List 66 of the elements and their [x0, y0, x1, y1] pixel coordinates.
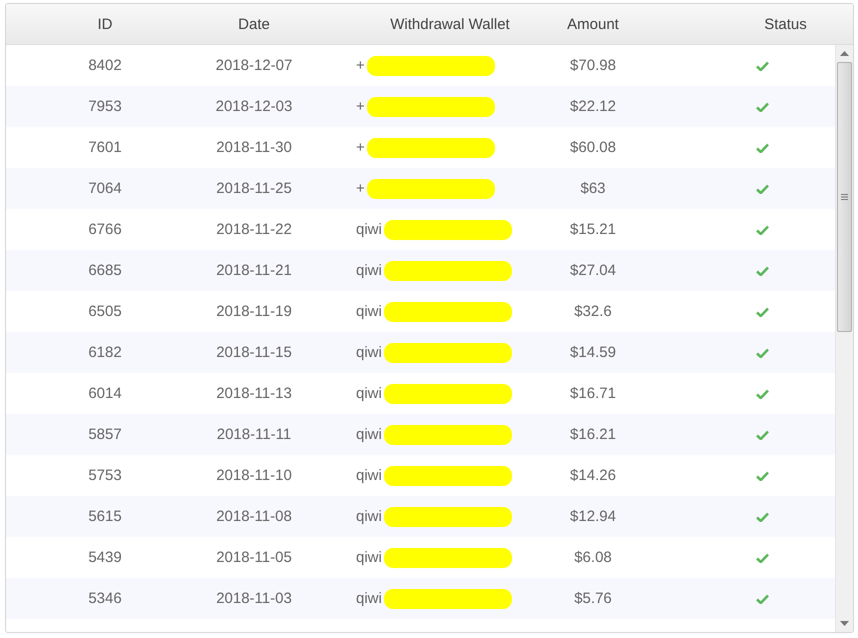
column-header[interactable]: Date — [238, 16, 270, 32]
table-cell: qiwi — [356, 344, 382, 361]
table-cell: 6766 — [88, 221, 122, 238]
table-cell: 2018-11-08 — [216, 508, 292, 525]
table-cell: 2018-12-03 — [216, 98, 292, 115]
column-header[interactable]: Amount — [567, 16, 619, 32]
table-cell: 2018-11-11 — [216, 426, 292, 443]
column-header[interactable]: Withdrawal Wallet — [338, 16, 510, 32]
table-cell: $16.21 — [570, 426, 616, 443]
table-cell: 2018-11-10 — [216, 467, 292, 484]
table-cell: 2018-11-21 — [216, 262, 292, 279]
table-cell: 7601 — [88, 139, 122, 156]
table-cell: 5346 — [88, 590, 122, 607]
table-cell: 5439 — [88, 549, 122, 566]
column-header[interactable]: Status — [717, 16, 807, 32]
table-cell: + — [356, 180, 365, 197]
table-cell: 5615 — [88, 508, 122, 525]
table-cell: + — [356, 139, 365, 156]
table-cell: 2018-11-03 — [216, 590, 292, 607]
table-cell: $32.6 — [574, 303, 612, 320]
table-cell: 2018-11-19 — [216, 303, 292, 320]
table-cell: 8402 — [88, 57, 122, 74]
table-cell: 5753 — [88, 467, 122, 484]
table-cell: qiwi — [356, 508, 382, 525]
scroll-up-icon[interactable] — [840, 51, 849, 56]
table-cell: $63 — [580, 180, 606, 197]
scrollbar[interactable] — [835, 45, 853, 632]
table-cell: 2018-11-25 — [216, 180, 292, 197]
table-cell: $16.71 — [570, 385, 616, 402]
column-header[interactable]: ID — [98, 16, 112, 32]
table-cell: $14.59 — [570, 344, 616, 361]
table-cell: $12.94 — [570, 508, 616, 525]
table-cell: $15.21 — [570, 221, 616, 238]
table-cell: + — [356, 98, 365, 115]
table-cell: $60.08 — [570, 139, 616, 156]
table-cell: qiwi — [356, 221, 382, 238]
table-cell: qiwi — [356, 262, 382, 279]
table-cell: qiwi — [356, 590, 382, 607]
table-cell: 6182 — [88, 344, 122, 361]
table-cell: $22.12 — [570, 98, 616, 115]
table-cell: 6014 — [88, 385, 122, 402]
table-cell: $70.98 — [570, 57, 616, 74]
table-cell: qiwi — [356, 385, 382, 402]
table-cell: qiwi — [356, 303, 382, 320]
table-cell: qiwi — [356, 549, 382, 566]
table-cell: 6685 — [88, 262, 122, 279]
table-cell: 7953 — [88, 98, 122, 115]
table-cell: 2018-11-22 — [216, 221, 292, 238]
scroll-down-icon[interactable] — [840, 621, 849, 626]
table-cell: 6505 — [88, 303, 122, 320]
scroll-thumb[interactable] — [837, 62, 852, 332]
table-cell: qiwi — [356, 467, 382, 484]
table-cell: $14.26 — [570, 467, 616, 484]
table-cell: 2018-11-05 — [216, 549, 292, 566]
table-cell: 2018-11-15 — [216, 344, 292, 361]
table-cell: $5.76 — [574, 590, 612, 607]
table-cell: 7064 — [88, 180, 122, 197]
table-cell: 5857 — [88, 426, 122, 443]
table-cell: qiwi — [356, 426, 382, 443]
grip-icon — [841, 194, 848, 200]
table-cell: 2018-12-07 — [216, 57, 292, 74]
table-cell: 2018-11-13 — [216, 385, 292, 402]
table-cell: $27.04 — [570, 262, 616, 279]
table-cell: + — [356, 57, 365, 74]
table-cell: $6.08 — [574, 549, 612, 566]
table-cell: 2018-11-30 — [216, 139, 292, 156]
